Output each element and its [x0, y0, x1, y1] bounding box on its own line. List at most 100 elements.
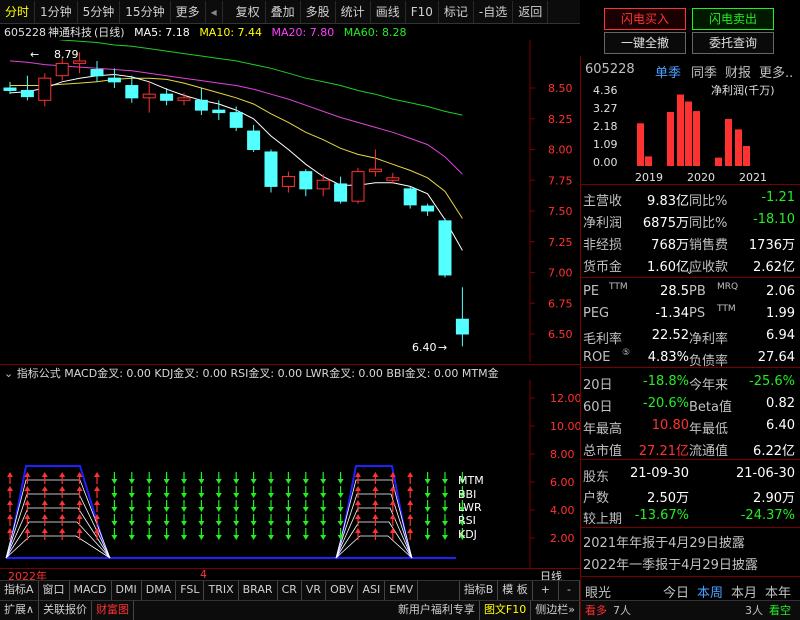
candle-body	[107, 77, 121, 83]
tab-vr[interactable]: VR	[302, 581, 327, 600]
perf-row: 60日 -20.6% Beta值 0.82	[581, 394, 800, 415]
tab-trix[interactable]: TRIX	[204, 581, 239, 600]
tab-cr[interactable]: CR	[278, 581, 302, 600]
tab-macd[interactable]: MACD	[70, 581, 112, 600]
tab-indicator-a[interactable]: 指标A	[0, 581, 39, 600]
zoom-out-button[interactable]: -	[559, 581, 580, 600]
sell-signal-head	[442, 535, 448, 540]
candle-body	[229, 112, 243, 128]
draw-button[interactable]: 画线	[371, 0, 406, 23]
tab-dmi[interactable]: DMI	[112, 581, 142, 600]
vision-tab-year[interactable]: 本年	[765, 582, 791, 601]
tab-window[interactable]: 窗口	[39, 581, 70, 600]
sell-signal-head	[215, 493, 222, 498]
tab-fsl[interactable]: FSL	[176, 581, 205, 600]
tab-dma[interactable]: DMA	[142, 581, 177, 600]
sell-signal-head	[128, 493, 135, 498]
candle-body	[212, 109, 226, 114]
vision-tab-today[interactable]: 今日	[663, 582, 689, 601]
tab-more[interactable]: 更多	[171, 0, 206, 23]
sell-signal-head	[268, 479, 274, 484]
flash-buy-button[interactable]: 闪电买入	[604, 8, 686, 30]
flash-sell-button[interactable]: 闪电卖出	[692, 8, 774, 30]
buy-signal-head	[7, 528, 13, 533]
sell-signal-head	[198, 493, 205, 498]
candlestick-chart[interactable]: 8.50 8.25 8.00 7.75 7.50 7.25 7.00 6.75 6.50 ← 8…	[0, 40, 580, 362]
sell-signal-head	[215, 535, 222, 540]
buy-signal-head	[24, 500, 31, 505]
promo-link[interactable]: 新用户福利专享	[394, 601, 480, 620]
sell-signal-head	[320, 507, 327, 512]
f10-button[interactable]: F10	[406, 0, 439, 23]
vision-label: 眼光	[585, 586, 612, 601]
chevron-down-icon[interactable]: ⌄	[685, 264, 694, 277]
bar-x-2019: 2019	[635, 171, 663, 184]
tab-obv[interactable]: OBV	[326, 581, 359, 600]
back-button[interactable]: 返回	[513, 0, 549, 23]
sell-signal-head	[233, 507, 240, 512]
cell: 4.83%	[647, 350, 689, 365]
fin-row: 非经损 768万 销售费 1736万	[581, 232, 800, 253]
sell-signal-head	[424, 479, 431, 484]
candle-body	[421, 205, 435, 212]
related-quote-button[interactable]: 关联报价	[39, 601, 93, 620]
cancel-all-button[interactable]: 一键全撤	[604, 32, 686, 54]
vision-tab-month[interactable]: 本月	[731, 582, 757, 601]
cell: 60日	[583, 400, 613, 415]
remove-watchlist-button[interactable]: -自选	[474, 0, 514, 23]
restore-rights-button[interactable]: 复权	[231, 0, 266, 23]
tab-5min[interactable]: 5分钟	[78, 0, 121, 23]
cell: 2.06	[766, 284, 795, 299]
wealth-chart-button[interactable]: 财富图	[92, 601, 135, 620]
tab-minute[interactable]: 分时	[0, 0, 36, 23]
sell-signal-head	[146, 479, 153, 484]
candle-body	[3, 87, 17, 91]
cell: 9.83亿	[647, 194, 689, 209]
cell: ⑤	[622, 348, 631, 358]
tab-indicator-b[interactable]: 指标B	[460, 581, 499, 600]
mark-button[interactable]: 标记	[439, 0, 474, 23]
overlay-button[interactable]: 叠加	[266, 0, 301, 23]
multi-stock-button[interactable]: 多股	[301, 0, 336, 23]
candle-body	[160, 93, 174, 101]
entrust-query-button[interactable]: 委托查询	[692, 32, 774, 54]
val-row: PE TTM 28.5 PB MRQ 2.06	[581, 282, 800, 302]
expand-button[interactable]: 扩展∧	[0, 601, 40, 620]
indicator-chart[interactable]: 12.00 10.00 8.00 6.00 4.00 2.00 MTM BBI LWR R…	[0, 380, 580, 568]
sell-signal-head	[146, 493, 153, 498]
panel-tab-more[interactable]: 更多..	[759, 62, 793, 81]
bar-y-0: 4.36	[593, 84, 618, 97]
panel-tab-report[interactable]: 财报	[725, 62, 751, 81]
bull-label: 看多	[585, 604, 607, 617]
cell: 768万	[651, 238, 689, 253]
tab-brar[interactable]: BRAR	[239, 581, 278, 600]
sell-signal-head	[250, 507, 257, 512]
sidebar-toggle[interactable]: 侧边栏»	[531, 601, 580, 620]
ind-tick-2: 8.00	[550, 448, 575, 461]
tab-1min[interactable]: 1分钟	[35, 0, 78, 23]
f10-graphic-button[interactable]: 图文F10	[480, 601, 532, 620]
vision-tab-week[interactable]: 本周	[697, 582, 723, 601]
buy-signal-head	[372, 472, 379, 477]
tab-emv[interactable]: EMV	[385, 581, 419, 600]
zoom-in-button[interactable]: +	[533, 581, 560, 600]
buy-signal-head	[7, 472, 13, 477]
chevron-left-icon[interactable]: ◂	[206, 0, 223, 23]
sell-signal-head	[111, 507, 118, 512]
stats-button[interactable]: 统计	[336, 0, 371, 23]
tab-template[interactable]: 模 板	[498, 581, 533, 600]
tab-asi[interactable]: ASI	[358, 581, 386, 600]
panel-tab-quarter[interactable]: 单季	[655, 62, 681, 81]
tab-15min[interactable]: 15分钟	[120, 0, 171, 23]
panel-tab-same-quarter[interactable]: 同季	[691, 62, 717, 81]
buy-signal-head	[24, 528, 31, 533]
cell: 6.22亿	[753, 444, 795, 459]
price-tick-1: 8.25	[548, 113, 573, 126]
buy-signal-head	[355, 528, 361, 533]
chevron-down-icon[interactable]: ⌄	[4, 367, 13, 380]
bull-count: 7人	[613, 604, 631, 617]
cell: -1.34	[655, 306, 689, 321]
cell: 1.99	[766, 306, 795, 321]
candle-body	[247, 130, 261, 151]
sell-signal-head	[181, 507, 187, 512]
